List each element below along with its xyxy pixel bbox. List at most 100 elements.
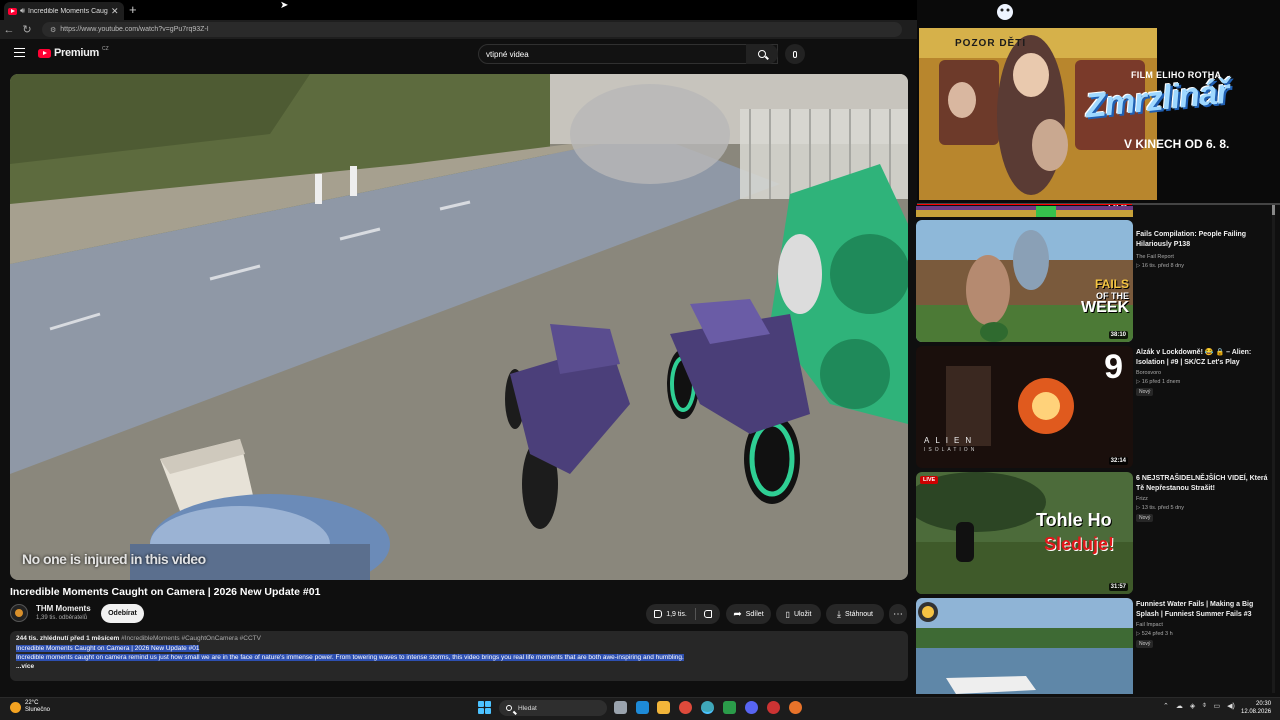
- network-icon[interactable]: ◈: [1190, 702, 1195, 710]
- mic-tray-icon[interactable]: ⌽: [1202, 702, 1206, 710]
- audio-playing-icon[interactable]: 🔊︎: [20, 6, 25, 16]
- youtube-play-icon: [38, 48, 51, 58]
- description-line-1: Incredible Moments Caught on Camera | 20…: [16, 645, 200, 652]
- ad-banner-sign: POZOR DĚTI: [955, 38, 1027, 49]
- video-thumbnail[interactable]: FAILS OF THE WEEK: [916, 220, 1133, 342]
- weather-widget[interactable]: 22°C Slunečno: [10, 700, 50, 714]
- like-count: 1,9 tis.: [666, 610, 687, 618]
- video-thumbnail[interactable]: LIVE Tohle Ho Sleduje!: [916, 472, 1133, 594]
- youtube-header: Premium CZ vtipné videa ✕: [0, 39, 917, 70]
- video-thumbnail[interactable]: 9 ALIEN ISOLATION: [916, 346, 1133, 468]
- chrome-alt-icon[interactable]: [767, 701, 780, 714]
- url-field[interactable]: ⚙ https://www.youtube.com/watch?v=gPu7rq…: [42, 22, 902, 37]
- edge-icon[interactable]: [636, 701, 649, 714]
- back-icon[interactable]: ←: [0, 24, 18, 36]
- channel-avatar[interactable]: [10, 604, 28, 622]
- like-button[interactable]: 1,9 tis.: [654, 610, 687, 618]
- recommended-video-title[interactable]: Fails Compilation: People Failing Hilari…: [1136, 230, 1271, 249]
- hamburger-menu-icon[interactable]: [14, 48, 25, 57]
- youtube-favicon-icon: [8, 7, 17, 15]
- search-value: vtipné videa: [486, 49, 529, 59]
- thumbnail-image: [916, 472, 1133, 594]
- recommended-channel[interactable]: Fail Impact: [1136, 622, 1163, 628]
- search-icon: [758, 50, 766, 58]
- thumb-headline-1: Tohle Ho: [1036, 510, 1112, 530]
- recommended-video-title[interactable]: Alzák v Lockdowně! 😂 🔒 – Alien: Isolatio…: [1136, 348, 1271, 367]
- video-thumbnail[interactable]: [916, 598, 1133, 694]
- volume-icon[interactable]: ◀): [1227, 702, 1235, 710]
- recommended-stats: ▷ 13 tis. před 5 dny: [1136, 505, 1184, 511]
- ad-release-date: V KINECH OD 6. 8.: [1124, 137, 1230, 151]
- sidebar-scrollbar[interactable]: [1272, 205, 1275, 693]
- logo-country: CZ: [101, 46, 109, 52]
- browser-active-icon[interactable]: [701, 701, 714, 714]
- voice-search-button[interactable]: [785, 44, 805, 64]
- recommended-video[interactable]: 9 ALIEN ISOLATION 32:14 Alzák v Lockdown…: [916, 346, 1274, 470]
- recommended-channel[interactable]: Frizz: [1136, 496, 1148, 502]
- recommended-stats: ▷ 524 před 3 h: [1136, 631, 1173, 637]
- cloud-icon[interactable]: ☁: [1176, 702, 1183, 710]
- taskbar-clock[interactable]: 20:30 12.08.2026: [1241, 700, 1271, 716]
- recommended-video-title[interactable]: 6 NEJSTRAŠIDELNĚJŠÍCH VIDEÍ, Která Tě Ne…: [1136, 474, 1271, 493]
- monitor-icon[interactable]: ▭: [1213, 702, 1220, 710]
- close-tab-icon[interactable]: ✕: [111, 6, 119, 17]
- search-input[interactable]: vtipné videa ✕: [478, 44, 778, 64]
- thumb-headline-2: Sleduje!: [1044, 534, 1115, 554]
- episode-number: 9: [1104, 348, 1123, 386]
- browser-tab[interactable]: 🔊︎ Incredible Moments Caught on Camera ✕: [4, 2, 124, 20]
- tray-chevron-icon[interactable]: ⌃: [1163, 702, 1169, 710]
- discord-icon[interactable]: [745, 701, 758, 714]
- new-tab-button[interactable]: +: [129, 2, 137, 18]
- windows-start-icon[interactable]: [478, 701, 491, 714]
- fails-text-3: WEEK: [1081, 299, 1129, 316]
- share-icon: ➦: [733, 608, 742, 620]
- hashtags[interactable]: #IncredibleMoments #CaughtOnCamera #CCTV: [121, 635, 261, 642]
- download-icon: ⤓: [836, 608, 841, 619]
- recommended-video[interactable]: FAILS OF THE WEEK 38:10 Fails Compilatio…: [916, 220, 1274, 344]
- taskbar-search[interactable]: Hledat: [499, 700, 607, 716]
- mouse-cursor-icon: ➤: [280, 0, 289, 11]
- youtube-logo[interactable]: Premium CZ: [38, 46, 109, 59]
- search-button[interactable]: [746, 44, 778, 64]
- save-label: Uložit: [793, 610, 812, 618]
- live-badge: LIVE: [920, 476, 939, 484]
- description-box[interactable]: 244 tis. zhlédnutí před 1 měsícem #Incre…: [10, 631, 908, 681]
- recommended-video[interactable]: LIVE Tohle Ho Sleduje! 31:57 6 NEJSTRAŠI…: [916, 472, 1274, 596]
- like-dislike-group: 1,9 tis.: [646, 604, 720, 624]
- share-button[interactable]: ➦ Sdílet: [726, 604, 771, 624]
- view-stats: 244 tis. zhlédnutí před 1 měsícem: [16, 635, 120, 642]
- chrome-icon[interactable]: [679, 701, 692, 714]
- browser-tab-strip: [0, 0, 917, 20]
- reload-icon[interactable]: ↻: [18, 23, 36, 36]
- microphone-icon: [793, 50, 797, 58]
- recommended-video[interactable]: Funniest Water Fails | Making a Big Spla…: [916, 598, 1274, 694]
- sun-icon: [10, 701, 21, 713]
- recommended-channel[interactable]: The Fail Report: [1136, 254, 1174, 260]
- recommended-stats: ▷ 16 před 1 dnem: [1136, 379, 1181, 385]
- new-badge: Nový: [1136, 514, 1154, 522]
- isolation-logo-text: ISOLATION: [924, 447, 978, 453]
- recommended-video-title[interactable]: Funniest Water Fails | Making a Big Spla…: [1136, 600, 1271, 619]
- partial-thumbnail-strip[interactable]: [916, 205, 1133, 217]
- dislike-button[interactable]: [703, 610, 712, 618]
- firefox-icon[interactable]: [789, 701, 802, 714]
- thumbnail-image: [916, 598, 1133, 694]
- more-actions-button[interactable]: ⋯: [889, 604, 907, 624]
- video-player[interactable]: [10, 74, 908, 580]
- system-tray: ⌃ ☁ ◈ ⌽ ▭ ◀): [1163, 702, 1235, 710]
- fails-text-1: FAILS: [1094, 277, 1129, 291]
- store-icon[interactable]: [723, 701, 736, 714]
- task-view-icon[interactable]: [614, 701, 627, 714]
- recommended-channel[interactable]: Borosvoro: [1136, 370, 1161, 376]
- recommended-stats: ▷ 16 tis. před 8 dny: [1136, 263, 1184, 269]
- alien-logo-text: ALIEN: [924, 436, 978, 445]
- channel-name[interactable]: THM Moments: [36, 604, 91, 613]
- file-explorer-icon[interactable]: [657, 701, 670, 714]
- download-button[interactable]: ⤓ Stáhnout: [826, 604, 884, 624]
- video-duration: 38:10: [1108, 331, 1128, 339]
- save-button[interactable]: ▯ Uložit: [776, 604, 821, 624]
- show-more-link[interactable]: ...více: [16, 663, 902, 670]
- description-line-2: Incredible moments caught on camera remi…: [16, 654, 684, 661]
- subscribe-button[interactable]: Odebírat: [101, 604, 144, 623]
- site-info-icon[interactable]: ⚙: [50, 26, 56, 34]
